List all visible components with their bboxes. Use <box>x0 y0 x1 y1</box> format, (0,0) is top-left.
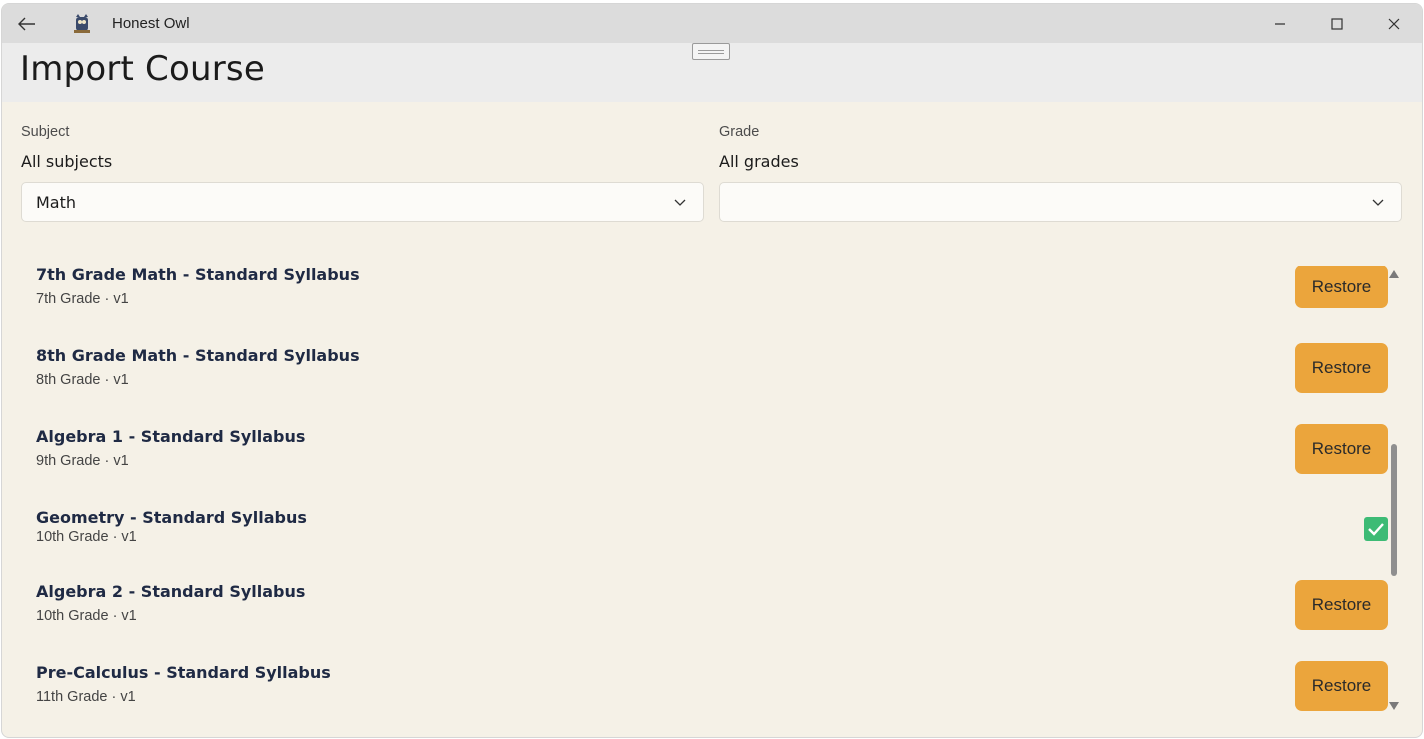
course-subtitle: 10th Grade · v1 <box>36 608 137 624</box>
restore-button[interactable]: Restore <box>1295 266 1388 308</box>
course-list: 7th Grade Math - Standard Syllabus 7th G… <box>2 266 1402 714</box>
course-subtitle: 11th Grade · v1 <box>36 689 136 705</box>
maximize-button[interactable] <box>1308 4 1365 43</box>
window-controls <box>1251 4 1422 43</box>
course-title: Pre-Calculus - Standard Syllabus <box>36 663 331 682</box>
close-button[interactable] <box>1365 4 1422 43</box>
minimize-button[interactable] <box>1251 4 1308 43</box>
course-title: Geometry - Standard Syllabus <box>36 508 307 527</box>
course-title: Algebra 1 - Standard Syllabus <box>36 427 306 446</box>
imported-checkbox[interactable] <box>1364 517 1388 541</box>
scroll-up-arrow-icon[interactable] <box>1389 270 1399 278</box>
app-window: Honest Owl Import Course Subject All sub… <box>1 3 1423 738</box>
restore-button[interactable]: Restore <box>1295 343 1388 393</box>
grade-label: Grade <box>719 124 760 140</box>
subject-label: Subject <box>21 124 70 140</box>
course-title: 7th Grade Math - Standard Syllabus <box>36 266 360 284</box>
page-header: Import Course <box>2 43 1422 102</box>
course-subtitle: 8th Grade · v1 <box>36 372 129 388</box>
course-subtitle: 10th Grade · v1 <box>36 529 137 545</box>
restore-button[interactable]: Restore <box>1295 580 1388 630</box>
chevron-down-icon <box>674 199 686 206</box>
grade-value: All grades <box>719 152 799 171</box>
restore-button[interactable]: Restore <box>1295 424 1388 474</box>
subject-value: All subjects <box>21 152 113 171</box>
back-arrow-icon <box>18 17 35 30</box>
app-title: Honest Owl <box>112 15 190 32</box>
restore-button[interactable]: Restore <box>1295 661 1388 711</box>
scroll-down-arrow-icon[interactable] <box>1389 702 1399 710</box>
close-icon <box>1388 18 1399 29</box>
back-button[interactable] <box>2 4 52 43</box>
course-title: Algebra 2 - Standard Syllabus <box>36 582 306 601</box>
owl-app-icon <box>72 13 92 34</box>
list-item: Geometry - Standard Syllabus 10th Grade … <box>36 508 1388 545</box>
title-bar: Honest Owl <box>2 4 1422 43</box>
scrollbar-thumb[interactable] <box>1391 444 1397 576</box>
grade-filter: Grade All grades <box>719 124 1402 222</box>
list-item: Algebra 2 - Standard Syllabus 10th Grade… <box>36 580 1388 630</box>
subject-select[interactable]: Math <box>21 182 704 222</box>
page-title: Import Course <box>20 49 265 89</box>
list-item: 7th Grade Math - Standard Syllabus 7th G… <box>36 266 1388 308</box>
course-subtitle: 9th Grade · v1 <box>36 453 129 469</box>
grade-select[interactable] <box>719 182 1402 222</box>
course-subtitle: 7th Grade · v1 <box>36 291 129 307</box>
maximize-icon <box>1330 17 1343 30</box>
list-scrollbar[interactable] <box>1388 266 1400 714</box>
list-item: Pre-Calculus - Standard Syllabus 11th Gr… <box>36 661 1388 711</box>
minimize-icon <box>1274 22 1285 25</box>
drag-handle[interactable] <box>692 43 730 60</box>
course-title: 8th Grade Math - Standard Syllabus <box>36 346 360 365</box>
list-item: 8th Grade Math - Standard Syllabus 8th G… <box>36 343 1388 393</box>
subject-selected-value: Math <box>36 192 77 212</box>
chevron-down-icon <box>1372 199 1384 206</box>
list-item: Algebra 1 - Standard Syllabus 9th Grade … <box>36 424 1388 474</box>
checkmark-icon <box>1368 523 1384 536</box>
subject-filter: Subject All subjects Math <box>21 124 704 222</box>
